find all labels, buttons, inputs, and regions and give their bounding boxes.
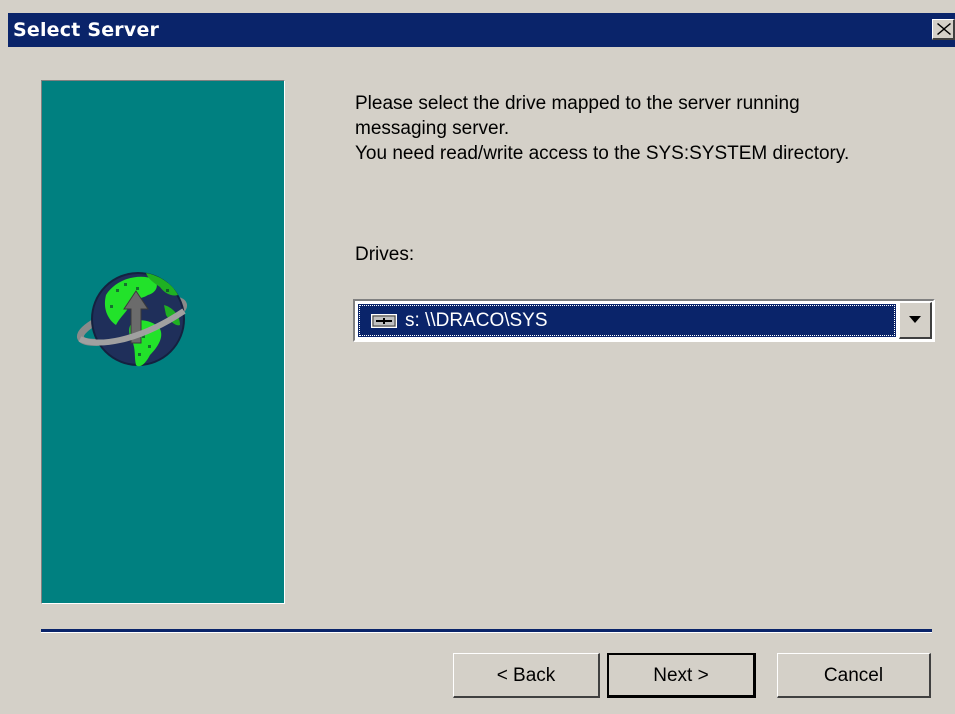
wizard-side-panel [41, 80, 285, 604]
cancel-button[interactable]: Cancel [777, 653, 931, 698]
instructions-text: Please select the drive mapped to the se… [355, 91, 935, 166]
drives-dropdown-button[interactable] [899, 302, 932, 339]
chevron-down-icon [909, 316, 921, 323]
window-title: Select Server [13, 19, 160, 41]
instruction-line: Please select the drive mapped to the se… [355, 93, 800, 114]
close-button[interactable] [932, 19, 955, 40]
drives-dropdown[interactable]: s: \\DRACO\SYS [353, 299, 935, 342]
title-bar[interactable]: Select Server [8, 13, 955, 47]
drives-label: Drives: [355, 244, 415, 265]
close-x-icon [937, 23, 951, 35]
drives-selected-item[interactable]: s: \\DRACO\SYS [358, 304, 896, 337]
next-button[interactable]: Next > [607, 653, 756, 698]
globe-network-icon [76, 272, 188, 367]
back-button[interactable]: < Back [453, 653, 600, 698]
instruction-line: You need read/write access to the SYS:SY… [355, 143, 850, 164]
instruction-line: messaging server. [355, 118, 510, 139]
network-drive-icon [371, 314, 397, 328]
separator-line [41, 629, 932, 633]
drives-selected-value: s: \\DRACO\SYS [405, 310, 548, 331]
select-server-dialog: Select Server Please select the drive ma… [0, 0, 955, 714]
